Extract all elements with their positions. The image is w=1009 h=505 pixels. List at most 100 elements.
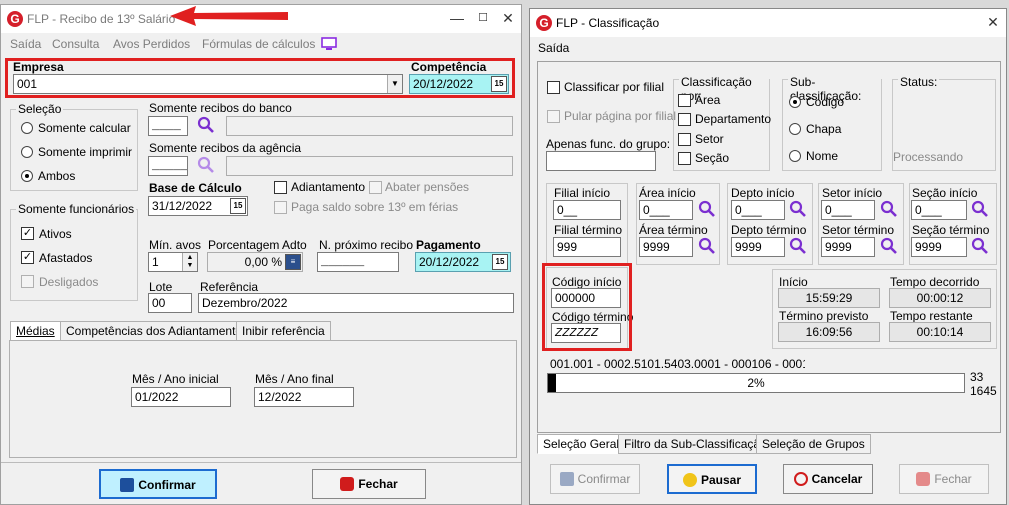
calendar-icon[interactable]: 15 bbox=[230, 198, 246, 214]
tempo-restante-label: Tempo restante bbox=[890, 309, 973, 323]
banco-field[interactable]: ____ bbox=[148, 116, 188, 136]
classificacao-menubar: Saída bbox=[530, 37, 1006, 59]
tab-inibir-referencia[interactable]: Inibir referência bbox=[236, 321, 331, 341]
pausar-button[interactable]: Pausar bbox=[667, 464, 757, 494]
ativos-checkbox[interactable]: ✓ bbox=[21, 227, 34, 240]
inicio-value: 15:59:29 bbox=[778, 288, 880, 308]
depto-inicio-field[interactable]: 0___ bbox=[731, 200, 785, 220]
recibo-menubar: Saída Consulta Avos Perdidos Fórmulas de… bbox=[1, 33, 521, 55]
codigo-termino-field[interactable]: ZZZZZZ bbox=[551, 323, 621, 343]
radio-ambos[interactable] bbox=[21, 170, 33, 182]
secao-checkbox[interactable] bbox=[678, 152, 691, 165]
mes-inicial-field[interactable]: 01/2022 bbox=[131, 387, 231, 407]
classificacao-title: Classificação por: bbox=[679, 75, 769, 103]
status-value: Processando bbox=[893, 150, 964, 164]
classificar-filial-checkbox[interactable] bbox=[547, 81, 560, 94]
proximo-recibo-field[interactable]: ______ bbox=[317, 252, 399, 272]
search-icon[interactable] bbox=[197, 156, 215, 174]
calendar-icon[interactable]: 15 bbox=[492, 254, 508, 270]
tab-competencias-adiantamentos[interactable]: Competências dos Adiantamentos bbox=[60, 321, 255, 341]
secao-inicio-field[interactable]: 0___ bbox=[911, 200, 967, 220]
calendar-icon[interactable]: 15 bbox=[491, 76, 507, 92]
menu-saida[interactable]: Saída bbox=[538, 41, 569, 55]
recibo-window: G FLP - Recibo de 13º Salário — ☐ ✕ Saíd… bbox=[0, 4, 522, 505]
filial-termino-field[interactable]: 999 bbox=[553, 237, 621, 257]
adiantamento-checkbox[interactable] bbox=[274, 181, 287, 194]
search-icon[interactable] bbox=[789, 200, 807, 218]
paga-saldo-checkbox[interactable] bbox=[274, 201, 287, 214]
desligados-checkbox[interactable] bbox=[21, 275, 34, 288]
search-icon[interactable] bbox=[971, 237, 989, 255]
maximize-icon[interactable]: ☐ bbox=[473, 9, 493, 27]
tab-selecao-geral[interactable]: Seleção Geral bbox=[537, 434, 626, 454]
setor-checkbox[interactable] bbox=[678, 133, 691, 146]
lote-field[interactable]: 00 bbox=[148, 293, 192, 313]
radio-codigo[interactable] bbox=[789, 96, 801, 108]
search-icon[interactable] bbox=[698, 237, 716, 255]
area-termino-field[interactable]: 9999 bbox=[639, 237, 693, 257]
radio-nome[interactable] bbox=[789, 150, 801, 162]
competencia-value: 20/12/2022 bbox=[413, 77, 474, 91]
pular-pagina-checkbox[interactable] bbox=[547, 110, 560, 123]
chevron-down-icon[interactable]: ▼ bbox=[387, 75, 402, 93]
calculator-icon[interactable]: ≡ bbox=[285, 254, 301, 270]
progress-bar: 2% bbox=[547, 373, 965, 393]
departamento-checkbox[interactable] bbox=[678, 113, 691, 126]
filial-inicio-field[interactable]: 0__ bbox=[553, 200, 621, 220]
agencia-field[interactable]: _____ bbox=[148, 156, 188, 176]
monitor-icon[interactable] bbox=[321, 37, 337, 54]
depto-termino-field[interactable]: 9999 bbox=[731, 237, 785, 257]
empresa-select[interactable]: 001 ▼ bbox=[13, 74, 403, 94]
base-calculo-label: Base de Cálculo bbox=[149, 181, 242, 195]
referencia-field[interactable]: Dezembro/2022 bbox=[198, 293, 514, 313]
cancelar-button[interactable]: Cancelar bbox=[783, 464, 873, 494]
min-avos-stepper[interactable]: 1 ▲ ▼ bbox=[148, 252, 198, 272]
search-icon[interactable] bbox=[789, 237, 807, 255]
tab-medias[interactable]: Médias bbox=[10, 321, 61, 341]
annotation-arrow bbox=[170, 6, 288, 26]
search-icon[interactable] bbox=[971, 200, 989, 218]
minimize-icon[interactable]: — bbox=[447, 9, 467, 27]
apenas-grupo-field[interactable] bbox=[546, 151, 656, 171]
tab-filtro-subclassificacao[interactable]: Filtro da Sub-Classificação bbox=[618, 434, 773, 454]
radio-somente-imprimir[interactable] bbox=[21, 146, 33, 158]
chapa-radio-label: Chapa bbox=[806, 122, 842, 136]
fechar-button[interactable]: Fechar bbox=[899, 464, 989, 494]
secao-inicio-label: Seção início bbox=[912, 186, 978, 200]
fechar-button[interactable]: Fechar bbox=[312, 469, 426, 499]
depto-inicio-label: Depto início bbox=[731, 186, 795, 200]
selecao-title: Seleção bbox=[16, 102, 64, 116]
somente-calcular-label: Somente calcular bbox=[38, 121, 131, 135]
setor-inicio-field[interactable]: 0___ bbox=[821, 200, 875, 220]
menu-formulas-calculos[interactable]: Fórmulas de cálculos bbox=[202, 37, 315, 51]
confirmar-button[interactable]: Confirmar bbox=[550, 464, 640, 494]
menu-avos-perdidos[interactable]: Avos Perdidos bbox=[113, 37, 190, 51]
setor-termino-field[interactable]: 9999 bbox=[821, 237, 875, 257]
close-icon[interactable]: ✕ bbox=[983, 13, 1003, 31]
tempo-decorrido-value: 00:00:12 bbox=[889, 288, 991, 308]
radio-somente-calcular[interactable] bbox=[21, 122, 33, 134]
tempo-restante-value: 00:10:14 bbox=[889, 322, 991, 342]
lock-icon bbox=[340, 477, 355, 491]
secao-termino-field[interactable]: 9999 bbox=[911, 237, 967, 257]
radio-chapa[interactable] bbox=[789, 123, 801, 135]
inicio-label: Início bbox=[779, 275, 808, 289]
tab-selecao-grupos[interactable]: Seleção de Grupos bbox=[756, 434, 871, 454]
area-checkbox[interactable] bbox=[678, 94, 691, 107]
codigo-inicio-field[interactable]: 000000 bbox=[551, 288, 621, 308]
search-icon[interactable] bbox=[880, 237, 898, 255]
menu-saida[interactable]: Saída bbox=[10, 37, 41, 51]
search-icon[interactable] bbox=[197, 116, 215, 134]
search-icon[interactable] bbox=[880, 200, 898, 218]
close-icon[interactable]: ✕ bbox=[498, 9, 518, 27]
mes-final-field[interactable]: 12/2022 bbox=[254, 387, 354, 407]
termino-previsto-label: Término previsto bbox=[779, 309, 869, 323]
confirmar-button[interactable]: Confirmar bbox=[99, 469, 217, 499]
min-avos-value: 1 bbox=[152, 255, 159, 269]
spin-arrows-icon[interactable]: ▲ ▼ bbox=[182, 253, 197, 271]
afastados-checkbox[interactable]: ✓ bbox=[21, 251, 34, 264]
menu-consulta[interactable]: Consulta bbox=[52, 37, 99, 51]
search-icon[interactable] bbox=[698, 200, 716, 218]
abater-pensoes-checkbox[interactable] bbox=[369, 181, 382, 194]
area-inicio-field[interactable]: 0___ bbox=[639, 200, 693, 220]
